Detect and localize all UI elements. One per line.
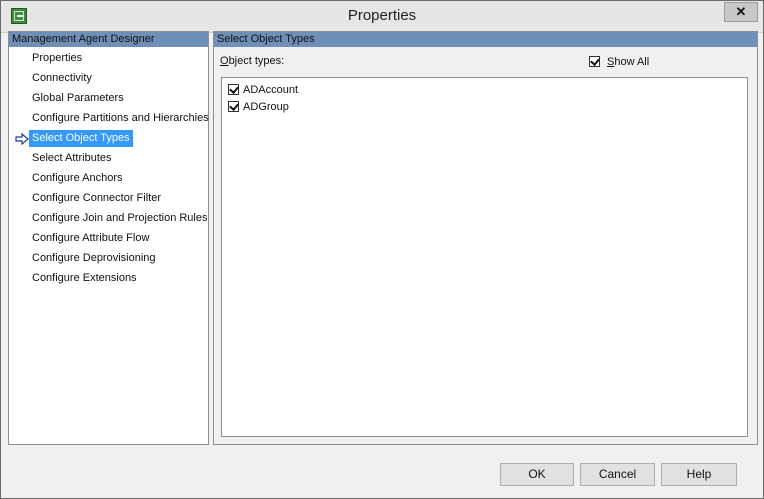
nav-item-configure-join-projection[interactable]: Configure Join and Projection Rules — [29, 210, 211, 227]
nav-item-configure-anchors[interactable]: Configure Anchors — [29, 170, 126, 187]
nav-item-global-parameters[interactable]: Global Parameters — [29, 90, 127, 107]
close-icon: ✕ — [735, 4, 747, 19]
designer-navigation-panel: Management Agent Designer Properties Con… — [8, 31, 209, 445]
cancel-button[interactable]: Cancel — [580, 463, 655, 486]
nav-item-connectivity[interactable]: Connectivity — [29, 70, 95, 87]
title-bar[interactable]: Properties ✕ — [1, 1, 763, 33]
nav-item-properties[interactable]: Properties — [29, 50, 85, 67]
window-title: Properties — [347, 7, 417, 24]
show-all-label: Show All — [607, 56, 650, 68]
ok-button[interactable]: OK — [500, 463, 574, 486]
object-types-label-rest: bject types: — [228, 55, 285, 67]
nav-item-configure-connector-filter[interactable]: Configure Connector Filter — [29, 190, 164, 207]
object-types-label: Object types: — [220, 55, 285, 67]
nav-item-configure-partitions[interactable]: Configure Partitions and Hierarchies — [29, 110, 212, 127]
object-types-list[interactable]: ADAccount ADGroup — [221, 77, 748, 437]
nav-item-configure-attribute-flow[interactable]: Configure Attribute Flow — [29, 230, 152, 247]
adgroup-check-icon[interactable] — [228, 101, 239, 112]
adaccount-check-icon[interactable] — [228, 84, 239, 95]
object-type-label: ADGroup — [243, 101, 289, 113]
object-types-panel-header: Select Object Types — [214, 32, 757, 47]
object-type-label: ADAccount — [243, 84, 299, 96]
nav-item-select-attributes[interactable]: Select Attributes — [29, 150, 115, 167]
nav-item-select-object-types[interactable]: Select Object Types — [29, 130, 133, 147]
help-button[interactable]: Help — [661, 463, 737, 486]
current-step-arrow-icon — [15, 133, 29, 145]
show-all-check-icon[interactable] — [589, 56, 600, 67]
nav-item-configure-extensions[interactable]: Configure Extensions — [29, 270, 140, 287]
close-button[interactable]: ✕ — [724, 2, 758, 22]
select-object-types-panel: Select Object Types Object types: Show A… — [213, 31, 758, 445]
properties-window: Properties ✕ Management Agent Designer P… — [0, 0, 764, 499]
nav-item-configure-deprovisioning[interactable]: Configure Deprovisioning — [29, 250, 159, 267]
designer-panel-header: Management Agent Designer — [9, 32, 208, 47]
